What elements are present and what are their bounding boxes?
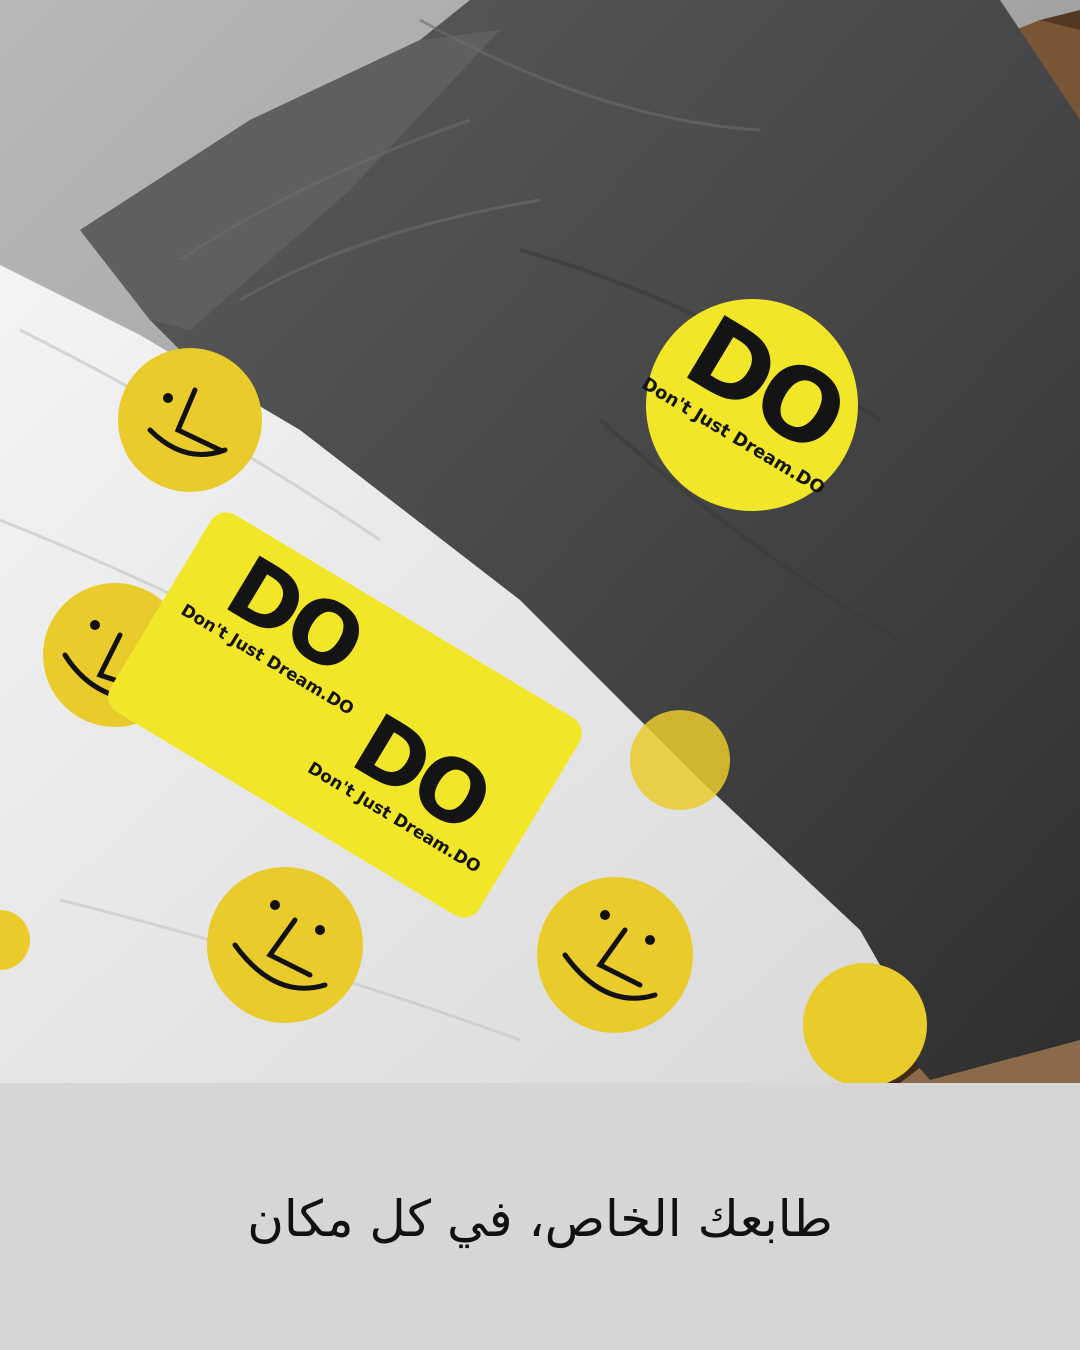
smiley-icon [803,963,927,1083]
smiley-icon [630,710,730,810]
caption-text: طابعك الخاص، في كل مكان [247,1190,833,1248]
smiley-icon [118,348,262,492]
product-photo: DO Don't Just Dream.DO DO Don't Just Dre… [0,0,1080,1083]
smiley-icon [537,877,693,1033]
smiley-icon [207,867,363,1023]
